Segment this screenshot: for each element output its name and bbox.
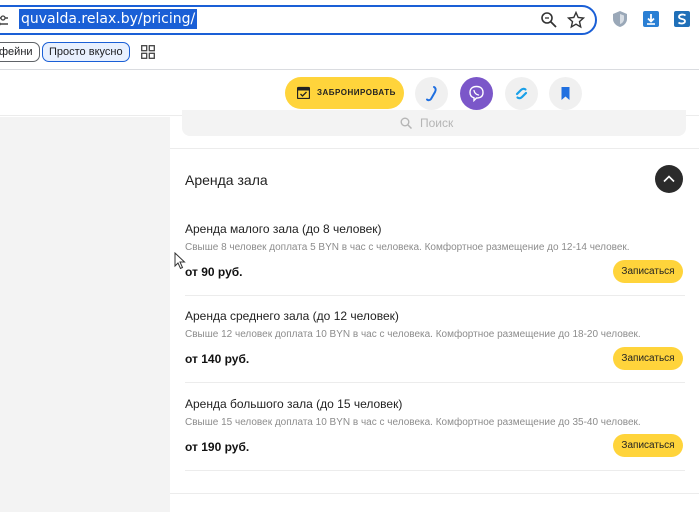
s-extension-icon[interactable] (673, 10, 691, 28)
link-icon (515, 87, 528, 100)
site-settings-icon[interactable] (0, 14, 8, 28)
divider (170, 493, 699, 494)
bookmark-chip[interactable]: фейни (0, 42, 40, 62)
divider (170, 148, 699, 149)
signup-button[interactable]: Записаться (613, 260, 683, 283)
star-icon[interactable] (567, 11, 585, 29)
item-title: Аренда среднего зала (до 12 человек) (185, 309, 399, 323)
collapse-button[interactable] (655, 165, 683, 193)
apps-grid-icon[interactable] (141, 45, 155, 59)
mouse-cursor-icon (174, 252, 186, 270)
phone-icon (426, 86, 437, 102)
url-text[interactable]: quvalda.relax.by/pricing/ (19, 9, 198, 29)
item-price: от 90 руб. (185, 265, 243, 279)
viber-icon (469, 85, 484, 102)
signup-button[interactable]: Записаться (613, 347, 683, 370)
item-title: Аренда малого зала (до 8 человек) (185, 222, 382, 236)
download-extension-icon[interactable] (642, 10, 660, 28)
left-sidebar (0, 117, 170, 512)
search-placeholder: Поиск (420, 116, 454, 130)
phone-button[interactable] (415, 77, 448, 110)
chevron-up-icon (663, 175, 675, 183)
item-divider (185, 295, 685, 296)
item-price: от 190 руб. (185, 440, 250, 454)
item-price: от 140 руб. (185, 352, 250, 366)
book-button[interactable]: ЗАБРОНИРОВАТЬ (285, 77, 404, 109)
book-button-label: ЗАБРОНИРОВАТЬ (317, 88, 396, 97)
item-description: Свыше 15 человек доплата 10 BYN в час с … (185, 417, 641, 428)
bookmark-button[interactable] (549, 77, 582, 110)
item-description: Свыше 12 человек доплата 10 BYN в час с … (185, 329, 641, 340)
section-title: Аренда зала (185, 172, 268, 188)
calendar-icon (297, 86, 310, 99)
viber-button[interactable] (460, 77, 493, 110)
item-title: Аренда большого зала (до 15 человек) (185, 397, 403, 411)
item-divider (185, 382, 685, 383)
bookmark-chip[interactable]: Просто вкусно (42, 42, 130, 62)
bookmark-icon (561, 87, 570, 100)
item-divider (185, 470, 685, 471)
search-icon (400, 117, 412, 129)
link-button[interactable] (505, 77, 538, 110)
signup-button[interactable]: Записаться (613, 434, 683, 457)
zoom-icon[interactable] (540, 11, 558, 29)
item-description: Свыше 8 человек доплата 5 BYN в час с че… (185, 242, 630, 253)
shield-extension-icon[interactable] (611, 10, 629, 28)
